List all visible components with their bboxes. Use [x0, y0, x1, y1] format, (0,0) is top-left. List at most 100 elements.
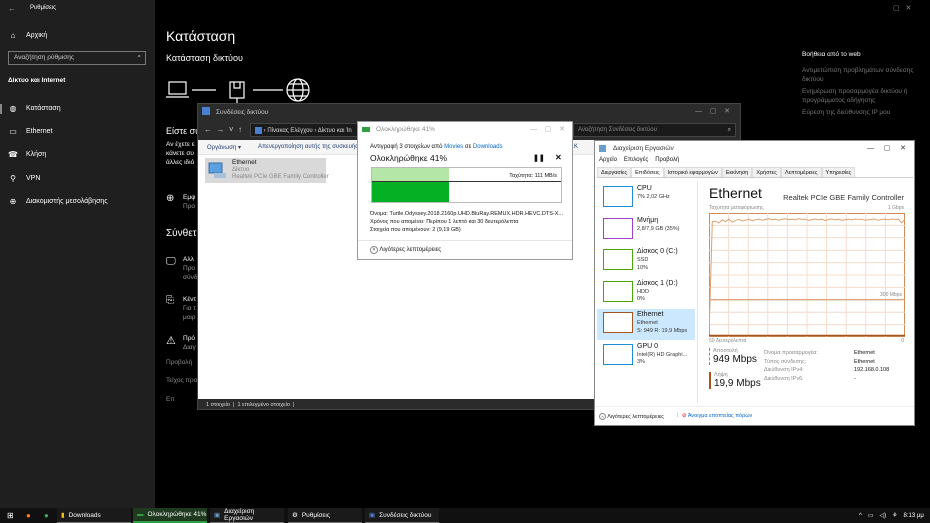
window-title: Ρυθμίσεις [30, 5, 57, 11]
speed-label: Ταχύτητα: 111 MB/s [509, 173, 557, 179]
command-fragment[interactable]: K [574, 144, 578, 150]
sidebar-item-status[interactable]: ◍ Κατάσταση [8, 104, 61, 113]
resource-name: CPU [637, 185, 652, 192]
title-bar: Διαχείριση Εργασιών — ▢ ✕ [595, 141, 914, 155]
resource-name: Ethernet [637, 311, 664, 318]
show-networks-link[interactable]: Εμφ Προ [183, 193, 195, 211]
app-icon[interactable]: ● [40, 508, 49, 523]
window-controls[interactable]: — ▢ ✕ [530, 125, 565, 133]
tab-bar: Διεργασίες Επιδόσεις Ιστορικό εφαρμογών Εκκ… [597, 167, 913, 178]
resource-item[interactable]: Μνήμη 2,8/7,9 GB (35%) [597, 215, 695, 246]
reset-link[interactable]: Επ [166, 396, 175, 403]
copy-speed-graph: Ταχύτητα: 111 MB/s [371, 167, 562, 203]
nav-buttons[interactable]: ← → ˅ ↑ [204, 125, 242, 134]
resource-item[interactable]: GPU 0 Intel(R) HD Graphi... 3% [597, 341, 695, 372]
network-diagram [166, 78, 310, 103]
menu-options[interactable]: Επιλογές [624, 157, 648, 163]
resource-heading: Ethernet [709, 185, 762, 201]
tab-6[interactable]: Υπηρεσίες [821, 167, 856, 177]
web-help-links: Αντιμετώπιση προβλημάτων σύνδεσης δικτύο… [802, 67, 920, 118]
window-controls[interactable]: — ▢ ✕ [867, 144, 906, 152]
resource-item[interactable]: CPU 7% 2,02 GHz [597, 183, 695, 214]
source-link[interactable]: Movies [444, 144, 463, 150]
tab-0[interactable]: Διεργασίες [597, 167, 632, 177]
resource-list: CPU 7% 2,02 GHz Μνήμη 2,8/7,9 GB (35%) Δίσκο… [595, 178, 697, 407]
start-button[interactable]: ⊞ [3, 508, 14, 523]
sidebar-item-proxy[interactable]: ⊕ Διακομιστής μεσολάβησης [8, 197, 108, 206]
app-tray-icon[interactable]: ⚘ [892, 512, 897, 519]
task-manager-icon [599, 145, 606, 152]
organize-button[interactable]: Οργάνωση ▾ [207, 144, 241, 151]
item-name: Ethernet [232, 159, 257, 166]
resource-item[interactable]: Δίσκος 1 (D:) HDD 0% [597, 278, 695, 309]
taskbar-item[interactable]: ▬ Ολοκληρώθηκε 41% [133, 508, 207, 523]
troubleshooter-link[interactable]: Πρό Διαγ [183, 334, 196, 352]
open-resource-monitor-link[interactable]: ⊘ Άνοιγμα εποπτείας πόρων [682, 413, 752, 419]
copy-details: Όνομα: Turtle.Odyssey.2018.2160p.UHD.Blu… [370, 210, 563, 234]
back-icon[interactable]: ← [8, 4, 16, 13]
graph-label: Ταχύτητα μεταφόρτωσης [709, 205, 764, 211]
firefox-icon[interactable]: ● [22, 508, 31, 523]
network-icon[interactable]: ▭ [868, 512, 874, 519]
sharing-center-link[interactable]: Κέντ Για τ μοιρ [183, 295, 196, 322]
adapter-options-link[interactable]: Αλλ Προ σύνδ [183, 255, 197, 282]
title-bar: Ολοκληρώθηκε 41% — ▢ ✕ [358, 122, 572, 137]
dialup-icon: ☎ [8, 150, 18, 159]
receive-stat: Λήψη 19,9 Mbps [709, 372, 761, 389]
help-link[interactable]: Αντιμετώπιση προβλημάτων σύνδεσης δικτύο… [802, 67, 920, 84]
taskbar-item[interactable]: ▮ Downloads [57, 508, 131, 523]
search-input[interactable]: Αναζήτηση ρύθμισης ⌕ [8, 51, 146, 65]
clock[interactable]: 8:13 μμ [904, 513, 924, 519]
menu-view[interactable]: Προβολή [655, 157, 679, 163]
taskbar-item[interactable]: ▣ Συνδέσεις δικτύου [365, 508, 439, 523]
taskbar-item[interactable]: ⚙ Ρυθμίσεις [288, 508, 362, 523]
help-link[interactable]: Ενημέρωση προσαρμογέα δικτύου ή προγράμμ… [802, 88, 920, 105]
ethernet-connection-item[interactable]: Ethernet Δίκτυο Realtek PCIe GBE Family … [205, 158, 329, 183]
taskbar-item[interactable]: ▣ Διαχείριση Εργασιών [210, 508, 284, 523]
window-controls[interactable]: — ▢ ✕ [695, 107, 730, 115]
resource-item[interactable]: Ethernet Ethernet S: 949 R: 19,9 Mbps [597, 309, 695, 340]
destination-link[interactable]: Downloads [473, 144, 503, 150]
adapter-properties: Όνομα προσαρμογέα: Ethernet Τύπος σύνδεσης… [764, 349, 889, 384]
window-controls[interactable]: ▢ ✕ [893, 4, 911, 12]
sidebar-item-dialup[interactable]: ☎ Κλήση [8, 150, 46, 159]
status-paragraph: Αν έχετε ε κάνετε συ άλλες ιδιό [166, 141, 195, 166]
firewall-link[interactable]: Τείχος προ [166, 377, 197, 384]
tab-1[interactable]: Επιδόσεις [631, 167, 664, 177]
cancel-button[interactable]: ✕ [555, 153, 562, 162]
sidebar-item-ethernet[interactable]: ▭ Ethernet [8, 127, 52, 136]
disable-device-button[interactable]: Απενεργοποίηση αυτής της συσκευής [258, 144, 358, 150]
volume-icon[interactable]: ◁) [880, 512, 887, 519]
less-details-button[interactable]: ˄ Λιγότερες λεπτομέρειες [370, 246, 441, 254]
resource-detail: 2,8/7,9 GB (35%) [637, 225, 680, 232]
view-properties-link[interactable]: Προβολή [166, 359, 192, 366]
copy-description: Αντιγραφή 3 στοιχείων από Movies σε Down… [370, 144, 503, 150]
sidebar-item-vpn[interactable]: ⚲ VPN [8, 174, 40, 183]
tab-3[interactable]: Εκκίνηση [721, 167, 753, 177]
item-adapter: Realtek PCIe GBE Family Controller [232, 174, 329, 180]
resource-thumbnail [603, 217, 633, 239]
ethernet-icon: ▭ [9, 127, 17, 136]
home-icon: ⌂ [10, 31, 16, 40]
resource-thumbnail [603, 312, 633, 333]
breadcrumb-item[interactable]: Δίκτυο και Ίn [318, 128, 352, 134]
tab-2[interactable]: Ιστορικό εφαρμογών [663, 167, 722, 177]
tab-4[interactable]: Χρήστες [752, 167, 781, 177]
menu-file[interactable]: Αρχείο [599, 157, 617, 163]
menu-bar: Αρχείο Επιλογές Προβολή [599, 157, 679, 163]
breadcrumb-item[interactable]: Πίνακας Ελέγχου [267, 128, 312, 134]
resource-detail: Ethernet S: 949 R: 19,9 Mbps [637, 320, 688, 334]
throughput-graph [709, 213, 905, 337]
search-input[interactable]: Αναζήτηση Συνδέσεις δικτύου ⌕ [573, 123, 736, 137]
file-name: Όνομα: Turtle.Odyssey.2018.2160p.UHD.Blu… [370, 211, 563, 217]
tab-5[interactable]: Λεπτομέρειες [780, 167, 822, 177]
fewer-details-button[interactable]: ˄ Λιγότερες λεπτομέρειες [599, 413, 664, 420]
resource-thumbnail [603, 343, 633, 365]
help-link[interactable]: Εύρεση της διεύθυνσης IP μου [802, 109, 920, 118]
resource-item[interactable]: Δίσκος 0 (C:) SSD 10% [597, 246, 695, 277]
sidebar-item-home[interactable]: ⌂ Αρχική [8, 31, 48, 40]
title-bar: Συνδέσεις δικτύου — ▢ ✕ [198, 104, 740, 120]
chevron-up-icon[interactable]: ^ [859, 513, 862, 519]
resource-name: Μνήμη [637, 216, 659, 224]
pause-button[interactable]: ❚❚ [533, 154, 545, 162]
